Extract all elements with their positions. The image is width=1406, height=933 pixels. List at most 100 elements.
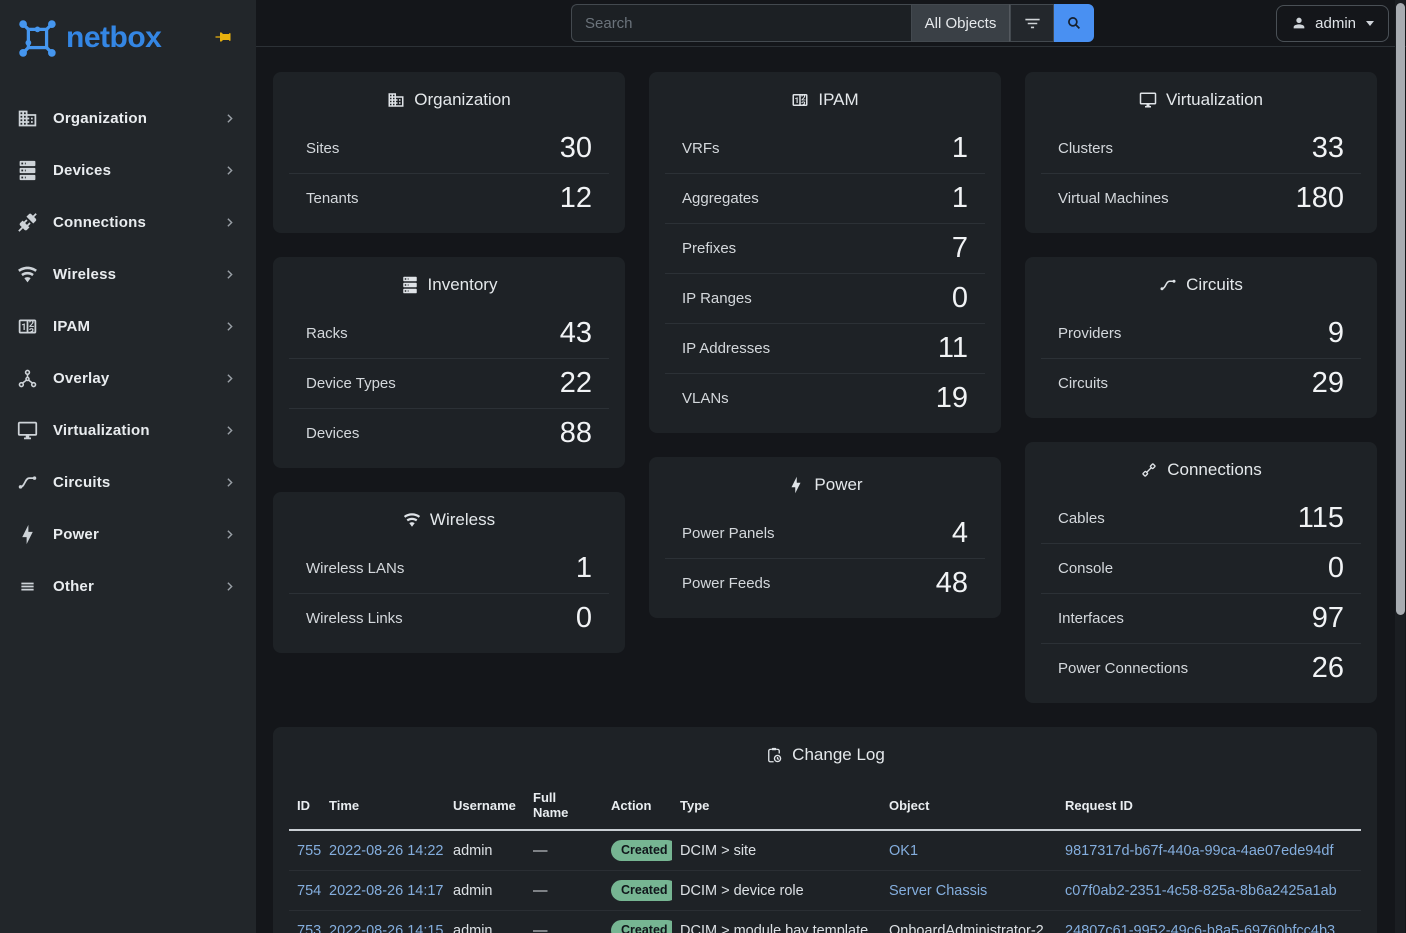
change-id-link[interactable]: 755: [297, 843, 321, 859]
stat-label: Wireless Links: [306, 610, 403, 627]
dashboard-column-2: IPAM VRFs 1 Aggregates 1: [649, 72, 1001, 703]
sidebar-menu: Organization Devices Connections Wireles…: [0, 66, 256, 612]
scrollbar-thumb[interactable]: [1396, 3, 1405, 615]
counter-icon: [17, 316, 38, 337]
change-time-link[interactable]: 2022-08-26 14:15: [329, 923, 444, 933]
sidebar-item-overlay[interactable]: Overlay: [0, 352, 256, 404]
filter-variant-icon: [1023, 14, 1042, 33]
stat-value-link[interactable]: 30: [560, 134, 592, 163]
circuit-connection-icon: [1159, 276, 1177, 294]
stat-label: IP Addresses: [682, 340, 770, 357]
stat-label: Virtual Machines: [1058, 190, 1169, 207]
stat-row-clusters: Clusters 33: [1041, 123, 1361, 173]
column-header-request-id: Request ID: [1057, 782, 1361, 830]
card-circuits: Circuits Providers 9 Circuits 29: [1025, 257, 1377, 418]
stat-value-link[interactable]: 9: [1328, 319, 1344, 348]
stat-value-link[interactable]: 19: [936, 384, 968, 413]
sidebar-pin-icon[interactable]: [214, 28, 232, 46]
sidebar-item-power[interactable]: Power: [0, 508, 256, 560]
request-id-link[interactable]: 9817317d-b67f-440a-99ca-4ae07ede94df: [1065, 843, 1333, 859]
stat-value-link[interactable]: 1: [952, 134, 968, 163]
stat-label: Sites: [306, 140, 339, 157]
card-organization: Organization Sites 30 Tenants 12: [273, 72, 625, 233]
netbox-dashboard: netbox Organization Devices Connections: [0, 0, 1406, 933]
card-title: Power: [814, 475, 862, 495]
card-ipam: IPAM VRFs 1 Aggregates 1: [649, 72, 1001, 433]
sidebar-item-wireless[interactable]: Wireless: [0, 248, 256, 300]
sidebar-item-virtualization[interactable]: Virtualization: [0, 404, 256, 456]
stat-label: Power Feeds: [682, 575, 770, 592]
stat-value-link[interactable]: 22: [560, 369, 592, 398]
card-wireless: Wireless Wireless LANs 1 Wireless Links …: [273, 492, 625, 653]
sidebar-item-label: Wireless: [53, 266, 223, 283]
card-title: Inventory: [428, 275, 498, 295]
change-id-link[interactable]: 753: [297, 923, 321, 933]
search-scope-button[interactable]: All Objects: [911, 4, 1010, 42]
stat-value-link[interactable]: 115: [1298, 504, 1344, 533]
table-row: 753 2022-08-26 14:15 admin — Created DCI…: [289, 911, 1361, 933]
stat-row-cables: Cables 115: [1041, 493, 1361, 543]
sidebar-item-devices[interactable]: Devices: [0, 144, 256, 196]
object-link[interactable]: OK1: [889, 843, 918, 859]
full-name-cell: —: [533, 923, 548, 933]
stat-value-link[interactable]: 11: [938, 334, 968, 363]
sidebar-item-label: Circuits: [53, 474, 223, 491]
sidebar-item-organization[interactable]: Organization: [0, 92, 256, 144]
chevron-right-icon: [223, 372, 236, 385]
column-header-username: Username: [445, 782, 525, 830]
chevron-right-icon: [223, 476, 236, 489]
stat-row-wireless-links: Wireless Links 0: [289, 593, 609, 643]
search-submit-button[interactable]: [1054, 4, 1094, 42]
column-header-action: Action: [603, 782, 672, 830]
stat-value-link[interactable]: 180: [1296, 184, 1344, 213]
stat-value-link[interactable]: 29: [1312, 369, 1344, 398]
full-name-cell: —: [533, 883, 548, 899]
chevron-right-icon: [223, 424, 236, 437]
stat-value-link[interactable]: 0: [1328, 554, 1344, 583]
stat-row-virtual-machines: Virtual Machines 180: [1041, 173, 1361, 223]
plug-connection-icon: [17, 212, 38, 233]
stat-value-link[interactable]: 12: [560, 184, 592, 213]
change-time-link[interactable]: 2022-08-26 14:17: [329, 883, 444, 899]
stat-row-ip-addresses: IP Addresses 11: [665, 323, 985, 373]
stat-value-link[interactable]: 7: [952, 234, 968, 263]
search-input[interactable]: [571, 4, 911, 42]
request-id-link[interactable]: 24807c61-9952-49c6-b8a5-69760bfcc4b3: [1065, 923, 1335, 933]
object-link[interactable]: Server Chassis: [889, 883, 987, 899]
stat-value-link[interactable]: 1: [952, 184, 968, 213]
clipboard-clock-icon: [765, 746, 783, 764]
stat-value-link[interactable]: 88: [560, 419, 592, 448]
card-title: Connections: [1167, 460, 1262, 480]
stat-row-ip-ranges: IP Ranges 0: [665, 273, 985, 323]
sidebar-item-other[interactable]: Other: [0, 560, 256, 612]
sidebar-item-ipam[interactable]: IPAM: [0, 300, 256, 352]
stat-label: VRFs: [682, 140, 720, 157]
change-time-link[interactable]: 2022-08-26 14:22: [329, 843, 444, 859]
type-cell: DCIM > module bay template: [680, 923, 868, 933]
change-id-link[interactable]: 754: [297, 883, 321, 899]
sidebar-item-connections[interactable]: Connections: [0, 196, 256, 248]
stat-value-link[interactable]: 0: [952, 284, 968, 313]
stat-value-link[interactable]: 26: [1312, 654, 1344, 683]
sidebar-item-circuits[interactable]: Circuits: [0, 456, 256, 508]
stat-row-wireless-lans: Wireless LANs 1: [289, 543, 609, 593]
card-virtualization: Virtualization Clusters 33 Virtual Machi…: [1025, 72, 1377, 233]
stat-value-link[interactable]: 43: [560, 319, 592, 348]
person-icon: [1291, 15, 1307, 31]
request-id-link[interactable]: c07f0ab2-2351-4c58-825a-8b6a2425a1ab: [1065, 883, 1337, 899]
stat-value-link[interactable]: 48: [936, 569, 968, 598]
netbox-logo[interactable]: netbox: [0, 0, 256, 66]
stat-value-link[interactable]: 1: [576, 554, 592, 583]
graph-icon: [17, 368, 38, 389]
card-connections: Connections Cables 115 Console 0: [1025, 442, 1377, 703]
user-menu-button[interactable]: admin: [1276, 5, 1389, 42]
stat-value-link[interactable]: 33: [1312, 134, 1344, 163]
column-header-full-name: Full Name: [525, 782, 603, 830]
stat-value-link[interactable]: 0: [576, 604, 592, 633]
global-search: All Objects: [571, 4, 1094, 42]
building-icon: [17, 108, 38, 129]
filter-button[interactable]: [1010, 4, 1054, 42]
stat-value-link[interactable]: 97: [1312, 604, 1344, 633]
stat-value-link[interactable]: 4: [952, 519, 968, 548]
card-title: Change Log: [792, 745, 885, 765]
